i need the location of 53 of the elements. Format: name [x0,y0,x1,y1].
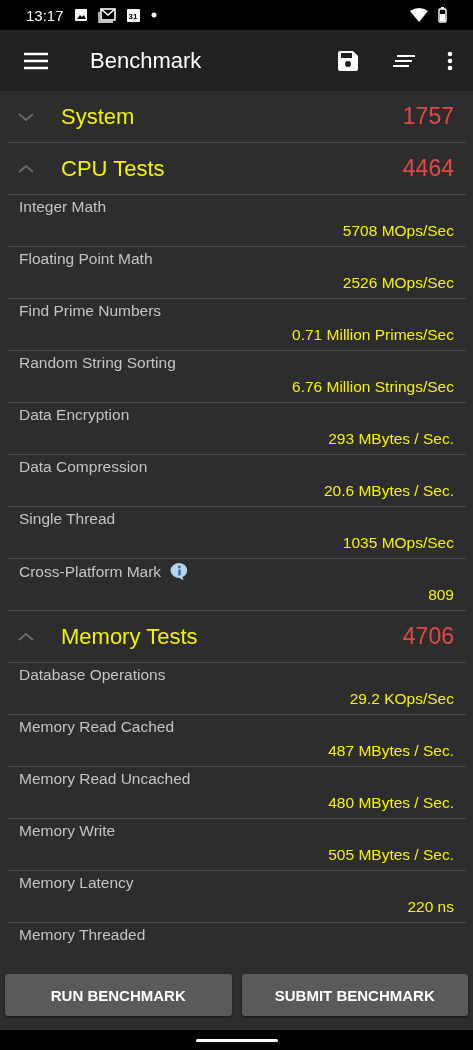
calendar-icon: 31 [125,7,141,23]
sort-lines-icon [393,53,415,68]
test-name: Memory Latency [19,874,134,892]
benchmark-button[interactable]: RUN BENCHMARK [5,974,232,1016]
mail-icon [97,7,116,23]
section-header[interactable]: CPU Tests 4464 [7,143,466,195]
test-result: 29.2 KOps/Sec [349,690,454,708]
test-name: Memory Threaded [19,926,146,944]
test-name: Find Prime Numbers [19,302,162,320]
wifi-icon [410,8,428,23]
benchmark-button[interactable]: SUBMIT BENCHMARK [241,974,468,1016]
chevron-up-icon [17,631,35,642]
notification-dot-icon [150,12,157,19]
test-name: Cross-Platform Mark [19,562,162,581]
clock: 13:17 [26,6,64,24]
battery-icon [438,7,447,24]
test-name: Integer Math [19,198,107,216]
test-result: 487 MBytes / Sec. [328,742,454,760]
test-name: Memory Read Uncached [19,770,191,788]
test-result: 809 [428,586,454,604]
app-title: Benchmark [90,47,203,74]
section-title: CPU Tests [61,155,166,182]
home-indicator[interactable] [195,1038,278,1042]
test-name: Memory Read Cached [19,718,175,736]
section-header[interactable]: Memory Tests 4706 [7,611,466,663]
section-header[interactable]: System 1757 [7,91,466,143]
more-options-icon [447,50,453,71]
test-name: Floating Point Math [19,250,153,268]
test-name: Random String Sorting [19,354,176,372]
test-result: 2526 MOps/Sec [342,274,454,292]
test-result: 0.71 Million Primes/Sec [292,326,454,344]
chevron-down-icon [17,111,35,122]
test-name: Data Encryption [19,406,130,424]
section-title: Memory Tests [61,623,199,650]
section-score: 4464 [402,155,454,182]
test-name: Single Thread [19,510,116,528]
test-result: 505 MBytes / Sec. [328,846,454,864]
section-score: 1757 [402,103,454,130]
test-name: Memory Write [19,822,116,840]
test-result: 293 MBytes / Sec. [328,430,454,448]
test-result: 5708 MOps/Sec [342,222,454,240]
section-title: System [61,103,136,130]
test-name: Database Operations [19,666,166,684]
menu-icon [24,51,48,70]
section-score: 4706 [402,623,454,650]
test-result: 480 MBytes / Sec. [328,794,454,812]
test-result: 1035 MOps/Sec [342,534,454,552]
test-name: Data Compression [19,458,148,476]
test-result: 6.76 Million Strings/Sec [292,378,454,396]
test-result: 220 ns [407,898,454,916]
chevron-up-icon [17,163,35,174]
test-result: 20.6 MBytes / Sec. [323,482,454,500]
image-icon [73,8,88,23]
